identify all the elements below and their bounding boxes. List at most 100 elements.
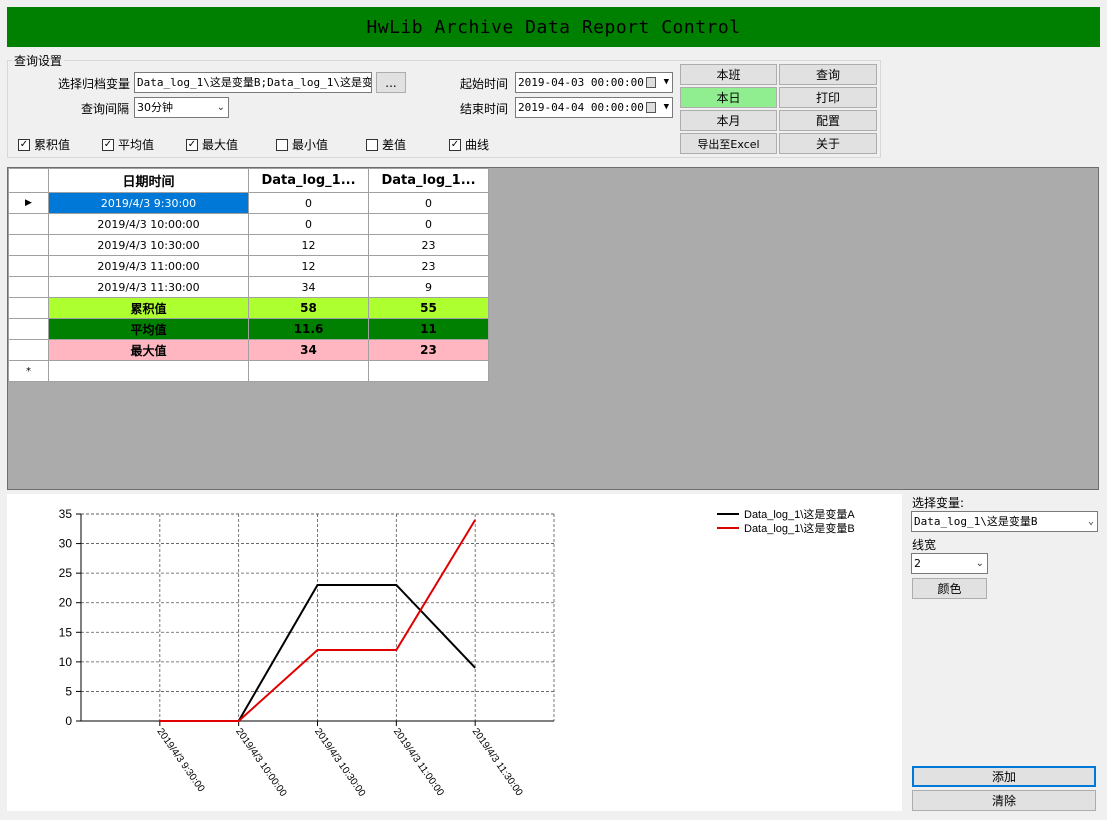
table-cell[interactable]: 2019/4/3 10:30:00 [48,234,249,256]
row-header [8,297,49,319]
row-header [8,255,49,277]
app-title: HwLib Archive Data Report Control [366,16,741,38]
row-header [8,213,49,235]
column-header-series-a[interactable]: Data_log_1... [248,168,369,193]
checkbox-curve[interactable]: ✓ 曲线 [449,136,489,153]
checkbox-box: ✓ [102,138,114,151]
row-header [8,234,49,256]
x-tick-label: 2019/4/3 10:30:00 [312,726,368,799]
summary-row-cumulative[interactable]: 累积值 58 55 [8,297,489,319]
table-cell[interactable]: 最大值 [48,339,249,361]
clear-button[interactable]: 清除 [912,790,1096,811]
month-button[interactable]: 本月 [680,110,777,131]
table-cell[interactable]: 0 [368,192,489,214]
data-table: 日期时间 Data_log_1... Data_log_1... ▶ 2019/… [8,168,489,382]
table-cell[interactable] [248,360,369,382]
legend-label: Data_log_1\这是变量B [744,521,855,535]
calendar-icon [646,77,656,88]
end-time-picker[interactable]: 2019-04-04 00:00:00 ▼ [515,97,673,118]
y-tick-label: 15 [59,625,73,639]
table-cell[interactable]: 累积值 [48,297,249,319]
chart-svg: 0 5 10 15 20 25 30 35 2019/4/3 9:30:00 2019/4/3 1… [59,507,856,799]
checkbox-min[interactable]: 最小值 [276,136,328,153]
checkbox-label: 平均值 [118,138,155,152]
table-cell[interactable]: 23 [368,339,489,361]
checkbox-label: 曲线 [465,138,490,152]
start-time-picker[interactable]: 2019-04-03 00:00:00 ▼ [515,72,673,93]
table-cell[interactable]: 2019/4/3 11:30:00 [48,276,249,298]
y-tick-label: 35 [59,507,73,521]
variable-input[interactable]: Data_log_1\这是变量B;Data_log_1\这是变量 [134,72,372,93]
table-cell[interactable]: 34 [248,339,369,361]
table-cell[interactable]: 58 [248,297,369,319]
table-cell[interactable]: 9 [368,276,489,298]
table-cell[interactable]: 55 [368,297,489,319]
chevron-down-icon: ⌄ [216,102,225,113]
legend-label: Data_log_1\这是变量A [744,507,855,521]
add-button[interactable]: 添加 [912,766,1096,787]
row-header [8,318,49,340]
table-row[interactable]: 2019/4/3 11:00:00 12 23 [8,255,489,277]
interval-select[interactable]: 30分钟 ⌄ [134,97,229,118]
table-cell[interactable]: 12 [248,234,369,256]
day-button[interactable]: 本日 [680,87,777,108]
data-grid[interactable]: 日期时间 Data_log_1... Data_log_1... ▶ 2019/… [7,167,1099,490]
y-tick-label: 25 [59,566,73,580]
shift-button[interactable]: 本班 [680,64,777,85]
checkbox-max[interactable]: ✓ 最大值 [186,136,238,153]
about-button[interactable]: 关于 [779,133,877,154]
table-cell[interactable]: 平均值 [48,318,249,340]
variable-label: 选择归档变量 [58,77,131,91]
table-cell[interactable]: 12 [248,255,369,277]
variable-select[interactable]: Data_log_1\这是变量B ⌄ [911,511,1098,532]
print-button[interactable]: 打印 [779,87,877,108]
browse-button[interactable]: ... [376,72,406,93]
table-cell[interactable]: 11 [368,318,489,340]
new-row[interactable]: * [8,360,489,382]
checkbox-diff[interactable]: 差值 [366,136,406,153]
query-button[interactable]: 查询 [779,64,877,85]
checkbox-cumulative[interactable]: ✓ 累积值 [18,136,70,153]
config-button[interactable]: 配置 [779,110,877,131]
table-cell[interactable] [48,360,249,382]
table-row[interactable]: 2019/4/3 10:30:00 12 23 [8,234,489,256]
line-width-label: 线宽 [912,538,937,552]
column-header-series-b[interactable]: Data_log_1... [368,168,489,193]
checkbox-label: 最小值 [292,138,329,152]
export-excel-button[interactable]: 导出至Excel [680,133,777,154]
table-cell[interactable]: 23 [368,255,489,277]
x-tick-label: 2019/4/3 10:00:00 [233,726,289,799]
table-cell[interactable]: 2019/4/3 11:00:00 [48,255,249,277]
table-cell[interactable]: 23 [368,234,489,256]
summary-row-average[interactable]: 平均值 11.6 11 [8,318,489,340]
table-header-row: 日期时间 Data_log_1... Data_log_1... [8,168,489,193]
x-tick-label: 2019/4/3 9:30:00 [154,726,206,794]
summary-row-max[interactable]: 最大值 34 23 [8,339,489,361]
table-cell[interactable]: 0 [248,192,369,214]
chevron-down-icon: ⌄ [1087,516,1094,527]
table-row[interactable]: 2019/4/3 11:30:00 34 9 [8,276,489,298]
dropdown-arrow-icon: ▼ [663,77,669,87]
start-time-label: 起始时间 [460,77,509,91]
line-width-select[interactable]: 2 ⌄ [911,553,988,574]
row-header [8,339,49,361]
table-cell[interactable]: 0 [368,213,489,235]
table-row[interactable]: 2019/4/3 10:00:00 0 0 [8,213,489,235]
select-variable-label: 选择变量: [912,496,965,510]
x-tick-label: 2019/4/3 11:00:00 [391,726,446,798]
table-cell[interactable]: 11.6 [248,318,369,340]
table-cell[interactable]: 34 [248,276,369,298]
y-tick-label: 20 [59,596,73,610]
x-tick-label: 2019/4/3 11:30:00 [470,726,525,798]
table-cell[interactable]: 0 [248,213,369,235]
table-cell[interactable] [368,360,489,382]
table-cell[interactable]: 2019/4/3 9:30:00 [48,192,249,214]
end-time-label: 结束时间 [460,102,509,116]
color-button[interactable]: 颜色 [912,578,987,599]
table-row[interactable]: ▶ 2019/4/3 9:30:00 0 0 [8,192,489,214]
row-header [8,276,49,298]
table-cell[interactable]: 2019/4/3 10:00:00 [48,213,249,235]
y-tick-label: 30 [59,537,73,551]
checkbox-average[interactable]: ✓ 平均值 [102,136,154,153]
column-header-datetime[interactable]: 日期时间 [48,168,249,193]
